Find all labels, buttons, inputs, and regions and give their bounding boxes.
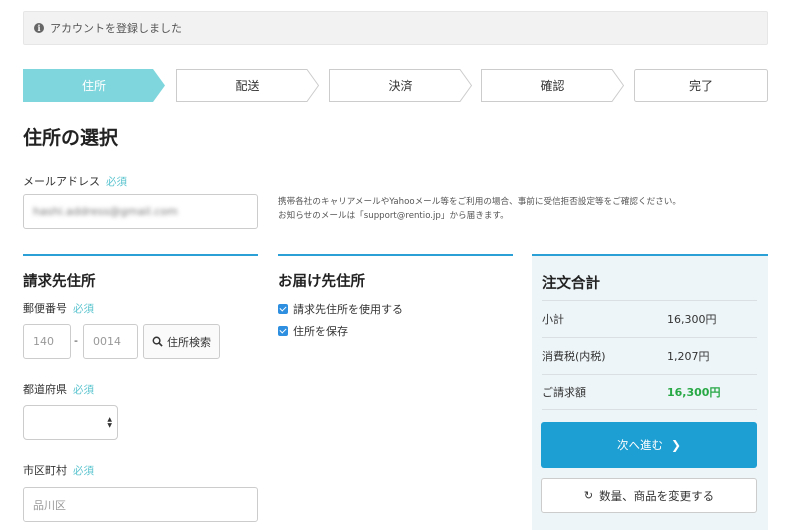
step-delivery: 配送 (176, 69, 319, 102)
order-summary: 注文合計 小計 16,300円 消費税(内税) 1,207円 ご請求額 16,3… (532, 254, 768, 530)
required-badge: 必須 (73, 384, 94, 396)
subtotal-label: 小計 (542, 312, 564, 326)
use-billing-checkbox[interactable] (278, 304, 288, 314)
total-label: ご請求額 (542, 386, 586, 399)
required-badge: 必須 (73, 303, 94, 315)
summary-title: 注文合計 (542, 276, 600, 292)
save-address-label: 住所を保存 (293, 325, 348, 338)
email-value: hashi.address@gmail.com (33, 205, 178, 218)
email-note-line1: 携帯各社のキャリアメールやYahooメール等をご利用の場合、事前に受信拒否設定等… (278, 197, 681, 207)
postal-code-1-input[interactable]: 140 (23, 324, 71, 359)
page-title: 住所の選択 (23, 127, 119, 149)
change-items-button[interactable]: ↻ 数量、商品を変更する (541, 478, 757, 513)
email-label: メールアドレス 必須 (23, 173, 127, 189)
step-label: 完了 (688, 79, 713, 93)
prefecture-select[interactable]: ▲ ▼ (23, 405, 118, 440)
email-note: 携帯各社のキャリアメールやYahooメール等をご利用の場合、事前に受信拒否設定等… (278, 195, 681, 223)
total-value: 16,300円 (667, 386, 721, 399)
city-placeholder: 品川区 (33, 498, 66, 512)
step-payment: 決済 (329, 69, 472, 102)
tax-value: 1,207円 (667, 349, 710, 363)
postal-separator: - (74, 334, 78, 347)
shipping-title: お届け先住所 (278, 274, 365, 290)
info-icon: i (34, 23, 44, 33)
step-complete: 完了 (634, 69, 768, 102)
save-address-checkbox-row[interactable]: 住所を保存 (278, 323, 348, 339)
postal-code-1-placeholder: 140 (33, 335, 54, 348)
subtotal-value: 16,300円 (667, 312, 717, 326)
billing-divider (23, 254, 258, 256)
next-button[interactable]: 次へ進む ❯ (541, 422, 757, 468)
change-items-label: 数量、商品を変更する (599, 488, 715, 503)
use-billing-label: 請求先住所を使用する (293, 303, 403, 316)
postal-code-2-input[interactable]: 0014 (83, 324, 138, 359)
city-input[interactable]: 品川区 (23, 487, 258, 522)
checkout-steps: 住所 配送 決済 確認 完了 (23, 69, 768, 102)
billing-title: 請求先住所 (23, 274, 96, 290)
prefecture-label-text: 都道府県 (23, 383, 67, 396)
step-label: 配送 (235, 79, 260, 93)
step-label: 決済 (388, 79, 413, 93)
address-search-label: 住所検索 (167, 335, 211, 349)
use-billing-checkbox-row[interactable]: 請求先住所を使用する (278, 301, 403, 317)
success-alert: i アカウントを登録しました (23, 11, 768, 45)
postal-code-2-placeholder: 0014 (93, 335, 121, 348)
step-address: 住所 (23, 69, 165, 102)
save-address-checkbox[interactable] (278, 326, 288, 336)
prefecture-label: 都道府県 必須 (23, 381, 94, 397)
required-badge: 必須 (106, 176, 127, 188)
postal-label-text: 郵便番号 (23, 302, 67, 315)
summary-row-subtotal: 小計 16,300円 (542, 300, 757, 336)
alert-text: アカウントを登録しました (50, 22, 182, 35)
postal-label: 郵便番号 必須 (23, 300, 94, 316)
email-input[interactable]: hashi.address@gmail.com (23, 194, 258, 229)
address-search-button[interactable]: 住所検索 (143, 324, 220, 359)
search-icon (152, 336, 163, 347)
chevron-right-icon: ❯ (670, 438, 682, 452)
next-button-label: 次へ進む (616, 438, 663, 452)
refresh-icon: ↻ (583, 489, 594, 502)
tax-label: 消費税(内税) (542, 349, 606, 363)
step-label: 確認 (540, 79, 565, 93)
email-note-line2: お知らせのメールは「support@rentio.jp」から届きます。 (278, 211, 509, 221)
summary-row-tax: 消費税(内税) 1,207円 (542, 337, 757, 373)
summary-row-total: ご請求額 16,300円 (542, 374, 757, 410)
shipping-divider (278, 254, 513, 256)
city-label-text: 市区町村 (23, 464, 67, 477)
email-label-text: メールアドレス (23, 175, 100, 188)
step-confirm: 確認 (481, 69, 624, 102)
required-badge: 必須 (73, 465, 94, 477)
step-label: 住所 (81, 79, 106, 93)
select-arrows-icon: ▲ ▼ (107, 416, 112, 429)
city-label: 市区町村 必須 (23, 462, 94, 478)
